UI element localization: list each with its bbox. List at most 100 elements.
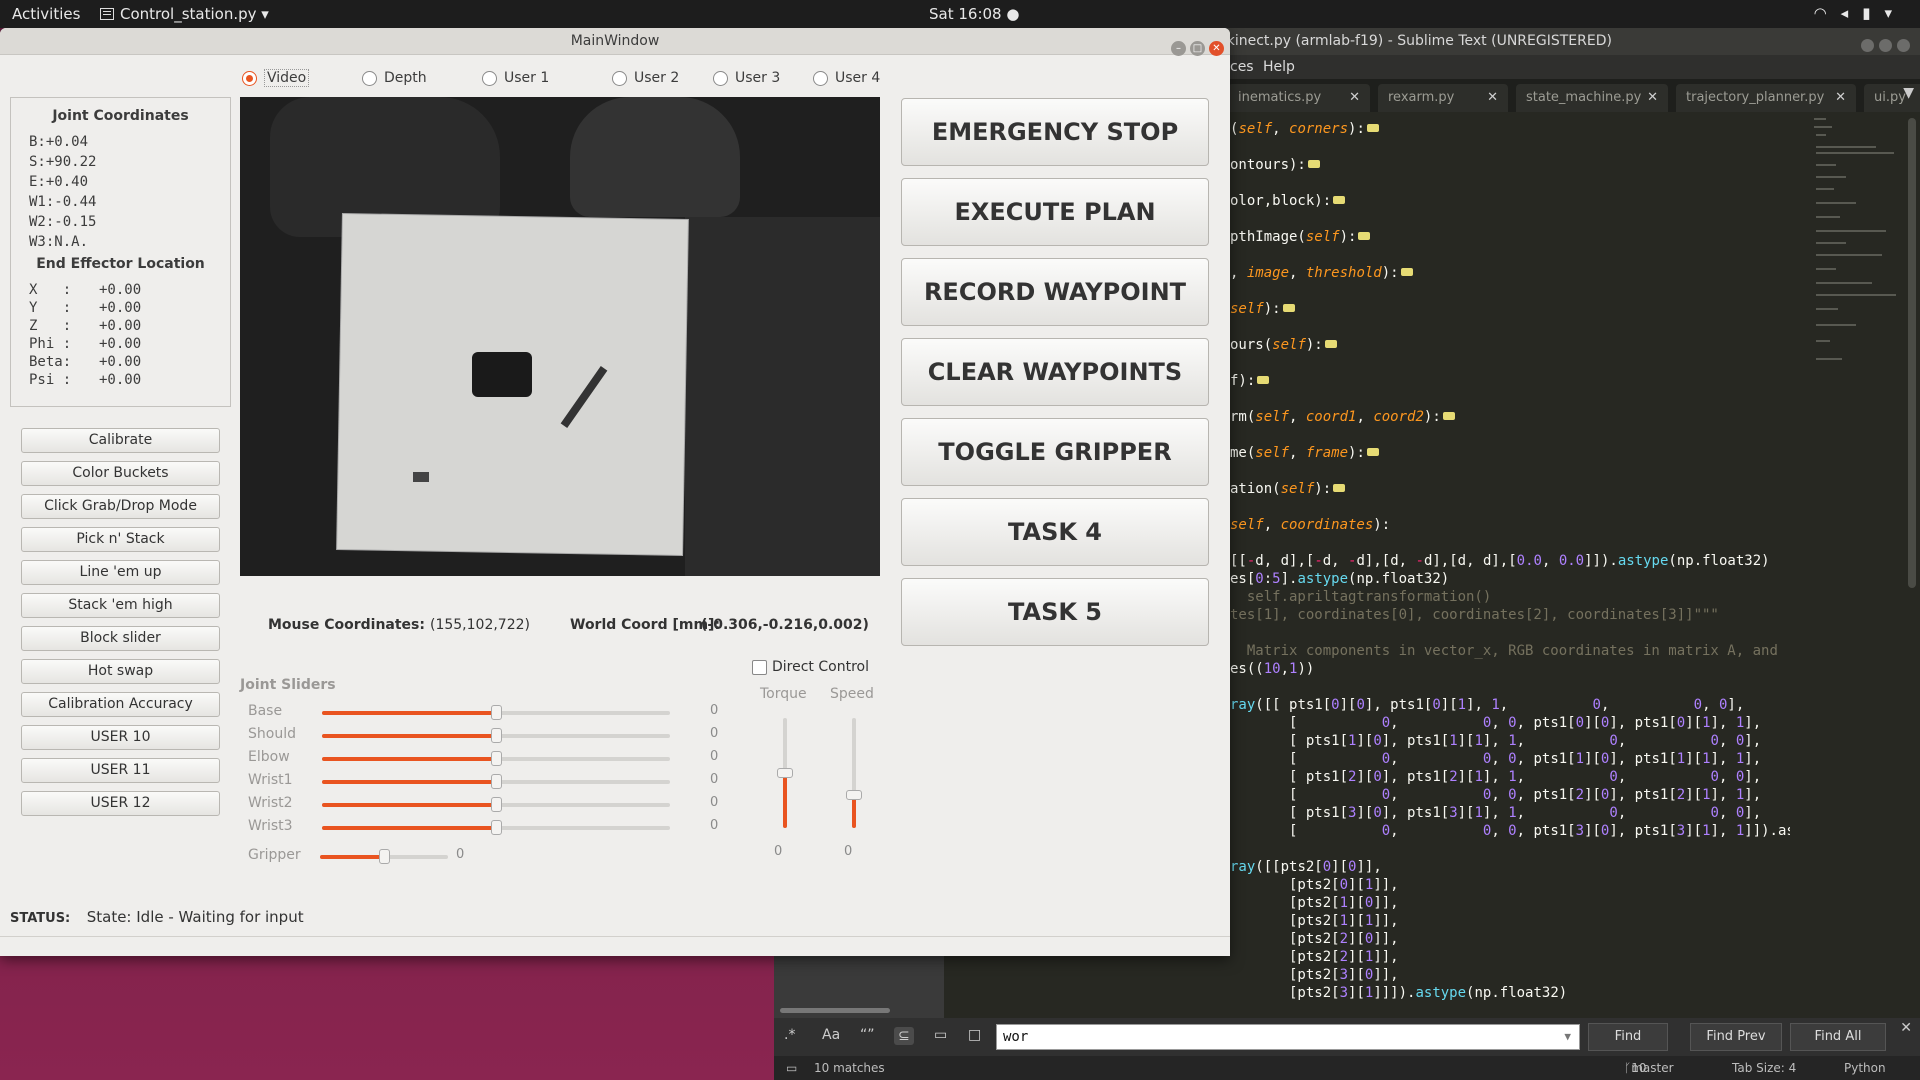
line-em-up-button[interactable]: Line 'em up [21, 560, 220, 585]
torque-slider[interactable] [777, 718, 793, 828]
toggle-gripper-button[interactable]: TOGGLE GRIPPER [901, 418, 1209, 486]
speed-handle[interactable] [846, 790, 862, 800]
app-menu[interactable]: Control_station.py ▾ [100, 5, 269, 23]
whole-word-toggle[interactable]: “” [860, 1027, 875, 1043]
close-icon[interactable]: ✕ [1835, 84, 1846, 112]
slider-handle[interactable] [491, 751, 502, 766]
speed-slider[interactable] [846, 718, 862, 828]
maximize-button[interactable] [1879, 39, 1892, 52]
menu-icon: ▾ [1884, 4, 1906, 22]
status-line: STATUS: State: Idle - Waiting for input [10, 908, 304, 926]
radio-depth[interactable]: Depth [362, 69, 427, 87]
joint-sliders-title: Joint Sliders [240, 677, 336, 693]
tab-list-icon[interactable]: ▼ [1903, 85, 1914, 101]
torque-value: 0 [774, 844, 783, 859]
calibrate-button[interactable]: Calibrate [21, 428, 220, 453]
system-tray[interactable]: ◠◂▮▾ [1814, 4, 1906, 22]
minimap[interactable] [1812, 112, 1900, 412]
direct-control-checkbox[interactable]: Direct Control [752, 658, 869, 676]
slider-handle[interactable] [491, 705, 502, 720]
wrap-toggle[interactable]: ⊆ [894, 1027, 914, 1045]
radio-user-3[interactable]: User 3 [713, 69, 780, 87]
tab-trajectory-planner[interactable]: trajectory_planner.py ✕ [1676, 84, 1856, 112]
case-sensitive-toggle[interactable]: Aa [822, 1027, 840, 1043]
highlight-matches-toggle[interactable]: □ [968, 1027, 981, 1043]
git-branch[interactable]: ᚴ master 10 [1624, 1056, 1674, 1080]
slider-label: Base [248, 703, 283, 719]
close-button[interactable] [1897, 39, 1910, 52]
stack-em-high-button[interactable]: Stack 'em high [21, 593, 220, 618]
panel-icon[interactable]: ▭ [786, 1056, 797, 1080]
block-slider-button[interactable]: Block slider [21, 626, 220, 651]
calibration-accuracy-button[interactable]: Calibration Accuracy [21, 692, 220, 717]
vertical-scrollbar[interactable] [1908, 118, 1916, 588]
tab-kinematics[interactable]: inematics.py ✕ [1228, 84, 1370, 112]
regex-toggle[interactable]: .* [784, 1027, 795, 1043]
close-icon[interactable]: ✕ [1487, 84, 1498, 112]
code-editor[interactable]: (self, corners): ontours): olor,block): … [1230, 112, 1790, 1052]
main-window-titlebar: MainWindow – □ ✕ [0, 28, 1230, 56]
user-10-button[interactable]: USER 10 [21, 725, 220, 750]
tab-size[interactable]: Tab Size: 4 [1732, 1056, 1796, 1080]
wifi-icon: ◠ [1813, 4, 1841, 22]
slider-value: 0 [710, 795, 719, 810]
joint-row: B:+0.04 [29, 134, 89, 150]
execute-plan-button[interactable]: EXECUTE PLAN [901, 178, 1209, 246]
activities-button[interactable]: Activities [12, 5, 80, 23]
slider-fill [322, 780, 496, 784]
task-4-button[interactable]: TASK 4 [901, 498, 1209, 566]
slider-handle[interactable] [379, 849, 390, 864]
find-prev-button[interactable]: Find Prev [1690, 1023, 1782, 1051]
close-icon[interactable]: ✕ [1900, 1020, 1912, 1036]
minimize-button[interactable]: – [1171, 41, 1186, 56]
app-menu-label: Control_station.py ▾ [120, 5, 269, 23]
tab-state-machine[interactable]: state_machine.py ✕ [1516, 84, 1668, 112]
end-effector-title: End Effector Location [36, 256, 205, 272]
git-branch-count: 10 [1631, 1061, 1647, 1075]
radio-user-4[interactable]: User 4 [813, 69, 880, 87]
radio-user-2[interactable]: User 2 [612, 69, 679, 87]
battery-icon: ▮ [1862, 4, 1885, 22]
in-selection-toggle[interactable]: ▭ [934, 1027, 947, 1043]
emergency-stop-button[interactable]: EMERGENCY STOP [901, 98, 1209, 166]
close-icon[interactable]: ✕ [1647, 84, 1658, 112]
click-grab-drop-button[interactable]: Click Grab/Drop Mode [21, 494, 220, 519]
history-dropdown-icon[interactable]: ▼ [1564, 1025, 1571, 1049]
record-waypoint-button[interactable]: RECORD WAYPOINT [901, 258, 1209, 326]
window-icon [100, 8, 114, 20]
pick-n-stack-button[interactable]: Pick n' Stack [21, 527, 220, 552]
minimize-button[interactable] [1861, 39, 1874, 52]
find-button[interactable]: Find [1588, 1023, 1668, 1051]
radio-video[interactable]: Video [242, 69, 310, 87]
menu-item-help[interactable]: Help [1263, 55, 1295, 79]
slider-handle[interactable] [491, 728, 502, 743]
close-button[interactable]: ✕ [1209, 41, 1224, 56]
divider [0, 936, 1230, 937]
camera-video-feed[interactable] [240, 97, 880, 576]
color-buckets-button[interactable]: Color Buckets [21, 461, 220, 486]
sublime-title: /kinect.py (armlab-f19) - Sublime Text (… [1222, 33, 1612, 49]
slider-value: 0 [710, 818, 719, 833]
slider-handle[interactable] [491, 774, 502, 789]
syntax-selector[interactable]: Python [1844, 1056, 1886, 1080]
user-11-button[interactable]: USER 11 [21, 758, 220, 783]
close-icon[interactable]: ✕ [1349, 84, 1360, 112]
tab-label: state_machine.py [1526, 90, 1642, 105]
clear-waypoints-button[interactable]: CLEAR WAYPOINTS [901, 338, 1209, 406]
maximize-button[interactable]: □ [1190, 41, 1205, 56]
task-5-button[interactable]: TASK 5 [901, 578, 1209, 646]
user-12-button[interactable]: USER 12 [21, 791, 220, 816]
slider-handle[interactable] [491, 820, 502, 835]
slider-handle[interactable] [491, 797, 502, 812]
find-input[interactable]: wor ▼ [996, 1024, 1580, 1050]
joint-row: W3:N.A. [29, 234, 89, 250]
hot-swap-button[interactable]: Hot swap [21, 659, 220, 684]
clock[interactable]: Sat 16:08 ● [929, 5, 1019, 23]
tab-rexarm[interactable]: rexarm.py ✕ [1378, 84, 1508, 112]
find-all-button[interactable]: Find All [1790, 1023, 1886, 1051]
radio-user-1[interactable]: User 1 [482, 69, 549, 87]
slider-fill [322, 734, 496, 738]
torque-handle[interactable] [777, 768, 793, 778]
menu-item-services[interactable]: ces [1230, 55, 1254, 79]
slider-fill [322, 803, 496, 807]
